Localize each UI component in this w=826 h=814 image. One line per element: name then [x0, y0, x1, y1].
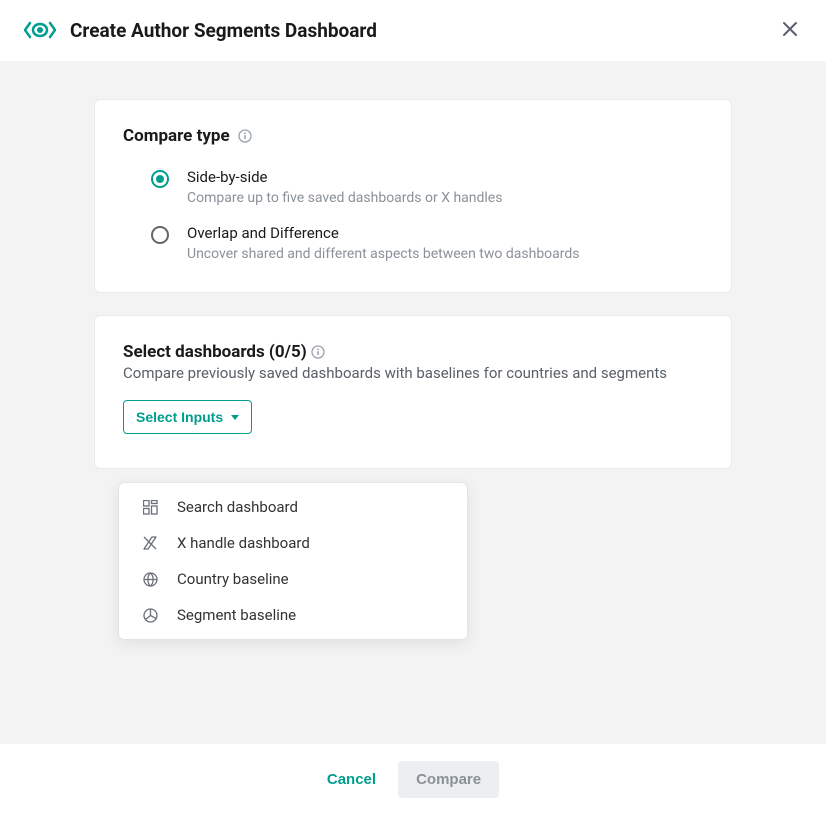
dropdown-item-x-handle[interactable]: X handle dashboard — [119, 525, 467, 561]
compare-option-desc: Uncover shared and different aspects bet… — [187, 246, 580, 262]
dropdown-item-label: X handle dashboard — [177, 534, 310, 552]
compare-option-desc: Compare up to five saved dashboards or X… — [187, 190, 502, 206]
app-logo-icon — [24, 19, 56, 41]
footer: Cancel Compare — [0, 744, 826, 814]
segment-icon — [141, 606, 159, 624]
globe-icon — [141, 570, 159, 588]
page-title: Create Author Segments Dashboard — [70, 19, 778, 42]
select-dashboards-desc: Compare previously saved dashboards with… — [123, 364, 703, 382]
x-icon — [141, 534, 159, 552]
compare-option-overlap[interactable]: Overlap and Difference Uncover shared an… — [151, 224, 703, 262]
close-icon — [782, 21, 798, 40]
dropdown-item-segment-baseline[interactable]: Segment baseline — [119, 597, 467, 633]
cancel-button[interactable]: Cancel — [327, 771, 376, 788]
select-dashboards-title-row: Select dashboards (0/5) — [123, 342, 703, 362]
info-icon[interactable] — [311, 345, 326, 360]
dropdown-item-label: Search dashboard — [177, 498, 298, 516]
select-inputs-dropdown: Search dashboard X handle dashboard Coun… — [118, 482, 468, 640]
dropdown-item-search-dashboard[interactable]: Search dashboard — [119, 489, 467, 525]
close-button[interactable] — [778, 18, 802, 42]
compare-option-side-by-side[interactable]: Side-by-side Compare up to five saved da… — [151, 168, 703, 206]
select-dashboards-card: Select dashboards (0/5) Compare previous… — [94, 315, 732, 469]
compare-button[interactable]: Compare — [398, 761, 499, 798]
compare-type-title-row: Compare type — [123, 126, 703, 146]
select-dashboards-title: Select dashboards (0/5) — [123, 342, 307, 362]
radio-unselected-icon[interactable] — [151, 226, 169, 244]
compare-type-card: Compare type Side-by-side Compare up to … — [94, 99, 732, 293]
select-inputs-label: Select Inputs — [136, 409, 223, 425]
dropdown-item-label: Country baseline — [177, 570, 289, 588]
content-area: Compare type Side-by-side Compare up to … — [0, 61, 826, 745]
compare-type-title: Compare type — [123, 126, 230, 146]
compare-option-label: Overlap and Difference — [187, 224, 580, 242]
compare-option-label: Side-by-side — [187, 168, 502, 186]
radio-selected-icon[interactable] — [151, 170, 169, 188]
select-inputs-button[interactable]: Select Inputs — [123, 400, 252, 434]
dropdown-item-country-baseline[interactable]: Country baseline — [119, 561, 467, 597]
info-icon[interactable] — [238, 129, 253, 144]
caret-down-icon — [231, 415, 239, 420]
dropdown-item-label: Segment baseline — [177, 606, 296, 624]
header: Create Author Segments Dashboard — [0, 0, 826, 61]
dashboard-icon — [141, 498, 159, 516]
